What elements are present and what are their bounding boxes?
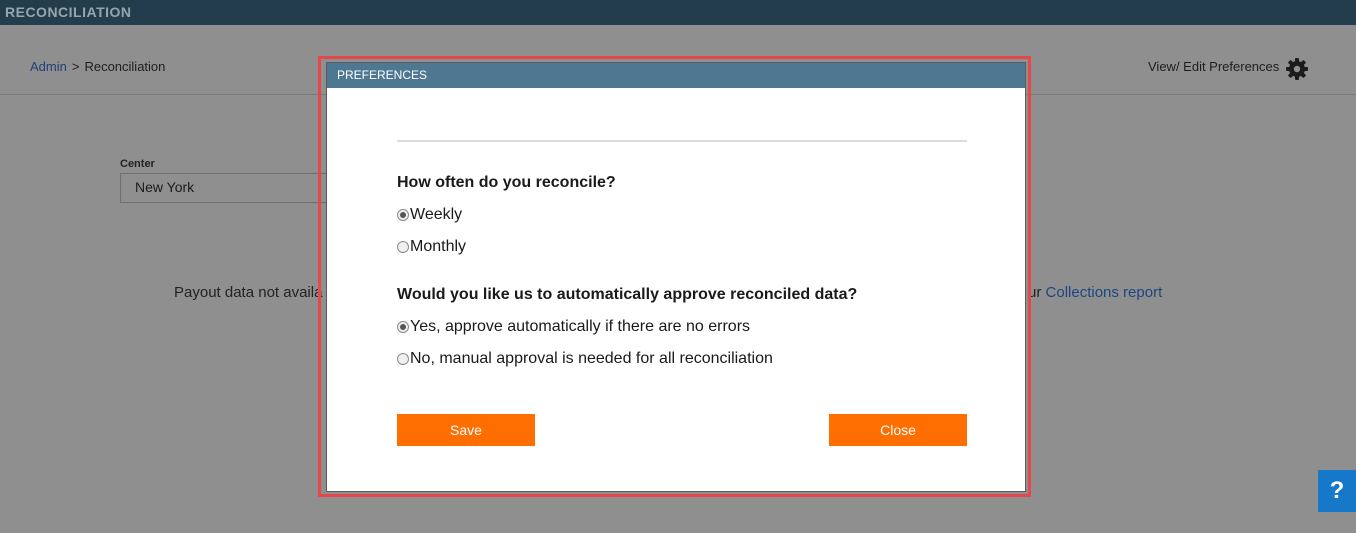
breadcrumb-separator: >	[71, 59, 80, 74]
help-button[interactable]: ?	[1318, 470, 1356, 512]
preferences-modal: PREFERENCES How often do you reconcile? …	[326, 62, 1026, 492]
reconcile-frequency-question: How often do you reconcile?	[397, 174, 616, 191]
gear-icon[interactable]	[1285, 57, 1309, 81]
modal-title: PREFERENCES	[337, 68, 428, 82]
save-button[interactable]: Save	[397, 414, 535, 446]
top-bar: RECONCILIATION	[0, 0, 1356, 25]
auto-approve-yes-option[interactable]: Yes, approve automatically if there are …	[397, 318, 750, 336]
monthly-radio[interactable]	[397, 241, 409, 253]
manual-approval-radio[interactable]	[397, 353, 409, 365]
monthly-radio-option[interactable]: Monthly	[397, 238, 466, 256]
center-label: Center	[120, 158, 155, 170]
breadcrumb: Admin > Reconciliation	[30, 59, 165, 74]
payout-message-tail: ur Collections report	[1028, 284, 1162, 301]
manual-approval-option[interactable]: No, manual approval is needed for all re…	[397, 350, 773, 368]
payout-message: Payout data not availa	[174, 284, 323, 301]
modal-header: PREFERENCES	[327, 63, 1025, 88]
manual-approval-label: No, manual approval is needed for all re…	[410, 350, 773, 367]
collections-report-link[interactable]: Collections report	[1046, 284, 1163, 301]
auto-approve-yes-label: Yes, approve automatically if there are …	[410, 318, 751, 335]
breadcrumb-current: Reconciliation	[84, 59, 166, 74]
auto-approve-yes-radio[interactable]	[397, 321, 409, 333]
weekly-radio-option[interactable]: Weekly	[397, 206, 462, 224]
view-edit-preferences-link[interactable]: View/ Edit Preferences	[1148, 59, 1279, 74]
app-title: RECONCILIATION	[5, 4, 132, 20]
monthly-label: Monthly	[410, 238, 467, 255]
auto-approve-question: Would you like us to automatically appro…	[397, 286, 858, 303]
weekly-label: Weekly	[410, 206, 463, 223]
center-select[interactable]: New York	[120, 173, 330, 203]
close-button[interactable]: Close	[829, 414, 967, 446]
breadcrumb-admin-link[interactable]: Admin	[30, 59, 67, 74]
modal-divider	[397, 140, 967, 142]
question-icon: ?	[1329, 477, 1345, 504]
weekly-radio[interactable]	[397, 209, 409, 221]
